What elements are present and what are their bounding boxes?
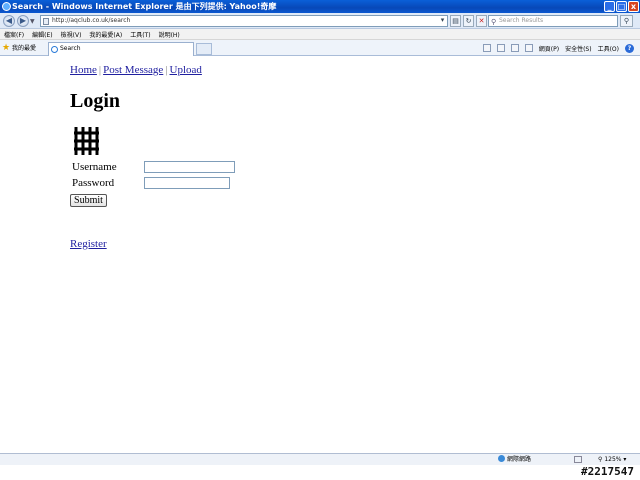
maximize-button[interactable]: □ xyxy=(616,1,627,12)
favorites-label: 我的最愛 xyxy=(12,45,37,52)
nav-upload-link[interactable]: Upload xyxy=(170,64,202,76)
refresh-icon[interactable]: ↻ xyxy=(463,15,474,27)
tab-bar: ★ 我的最愛 Search 網頁(P) 安全性(S) 工具(O) ? xyxy=(0,40,640,56)
command-bar: 網頁(P) 安全性(S) 工具(O) ? xyxy=(477,43,634,53)
close-window-button[interactable]: x xyxy=(628,1,639,12)
menu-help[interactable]: 說明(H) xyxy=(159,30,180,39)
search-input[interactable]: ⚲ Search Results xyxy=(488,15,618,27)
register-link[interactable]: Register xyxy=(70,238,107,250)
ie-app-icon xyxy=(2,2,11,11)
help-icon[interactable]: ? xyxy=(625,43,634,53)
nav-separator: | xyxy=(98,64,102,76)
search-provider-icon: ⚲ xyxy=(491,18,497,26)
back-button[interactable]: ◀ xyxy=(3,15,15,27)
site-nav: Home | Post Message | Upload xyxy=(70,64,202,76)
page-menu[interactable]: 網頁(P) xyxy=(539,44,559,53)
home-icon[interactable] xyxy=(482,44,491,52)
password-input[interactable] xyxy=(144,177,230,189)
new-tab-button[interactable] xyxy=(196,43,212,55)
menu-tools[interactable]: 工具(T) xyxy=(130,30,150,39)
menu-favorites[interactable]: 我的最愛(A) xyxy=(89,30,122,39)
minimize-button[interactable]: _ xyxy=(604,1,615,12)
address-field[interactable]: http://aqclub.co.uk/search xyxy=(40,15,448,27)
protected-mode-icon[interactable] xyxy=(574,456,582,463)
menu-bar: 檔案(F) 編輯(E) 檢視(V) 我的最愛(A) 工具(T) 說明(H) xyxy=(0,29,640,40)
read-mail-icon[interactable] xyxy=(510,44,519,52)
ie-tab-icon xyxy=(51,46,58,53)
tab-title: Search xyxy=(60,45,81,52)
site-logo-icon xyxy=(74,127,99,155)
compat-view-icon[interactable]: ▤ xyxy=(450,15,461,27)
address-toolbar: ◀ ▶ ▼ http://aqclub.co.uk/search ▾ ▤ ↻ ✕… xyxy=(0,13,640,29)
feeds-icon[interactable] xyxy=(496,44,505,52)
print-icon[interactable] xyxy=(524,44,533,52)
watermark-strip: #2217547 xyxy=(0,465,640,480)
nav-post-message-link[interactable]: Post Message xyxy=(103,64,163,76)
menu-edit[interactable]: 編輯(E) xyxy=(32,30,52,39)
password-row: Password xyxy=(70,176,270,191)
password-label: Password xyxy=(72,177,115,189)
security-zone: 網際網路 xyxy=(498,454,531,465)
nav-separator: | xyxy=(165,64,168,76)
favorites-star-icon: ★ xyxy=(2,43,11,53)
status-bar: 網際網路 ⚲ 125% ▾ xyxy=(0,453,640,465)
zoom-control[interactable]: ⚲ 125% ▾ xyxy=(598,454,626,465)
safety-menu[interactable]: 安全性(S) xyxy=(565,44,592,53)
watermark-text: #2217547 xyxy=(581,465,634,478)
search-icon[interactable]: ⚲ xyxy=(620,15,633,27)
window-title: Search - Windows Internet Explorer 是由下列提… xyxy=(12,2,277,11)
search-placeholder: Search Results xyxy=(499,17,544,24)
stop-icon[interactable]: ✕ xyxy=(476,15,487,27)
nav-home-link[interactable]: Home xyxy=(70,64,97,76)
page-viewport: Home | Post Message | Upload Login Username … xyxy=(0,57,640,453)
submit-button[interactable]: Submit xyxy=(70,194,107,207)
window-title-bar: Search - Windows Internet Explorer 是由下列提… xyxy=(0,0,640,13)
forward-button[interactable]: ▶ xyxy=(17,15,29,27)
address-dropdown-icon[interactable]: ▾ xyxy=(438,15,447,27)
globe-icon xyxy=(498,455,505,462)
menu-file[interactable]: 檔案(F) xyxy=(4,30,24,39)
page-icon xyxy=(43,18,49,25)
tab-search[interactable]: Search xyxy=(48,42,194,56)
history-dropdown-icon[interactable]: ▼ xyxy=(30,18,35,25)
username-input[interactable] xyxy=(144,161,235,173)
address-url: http://aqclub.co.uk/search xyxy=(52,17,131,24)
username-label: Username xyxy=(72,161,117,173)
zoom-level: 125% xyxy=(604,456,622,463)
zone-label: 網際網路 xyxy=(507,456,532,463)
favorites-button[interactable]: ★ 我的最愛 xyxy=(2,43,36,54)
page-title: Login xyxy=(70,90,121,112)
menu-view[interactable]: 檢視(V) xyxy=(61,30,82,39)
tools-menu[interactable]: 工具(O) xyxy=(598,44,619,53)
username-row: Username xyxy=(70,160,270,175)
